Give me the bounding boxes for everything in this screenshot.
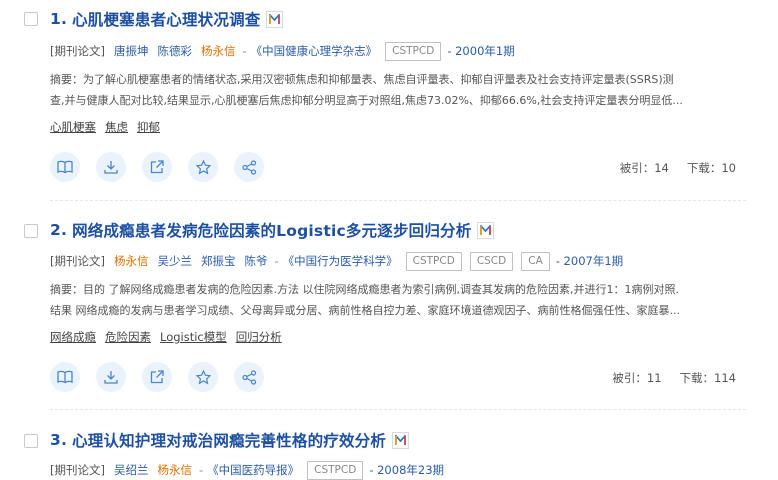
open-icon[interactable] — [142, 152, 172, 182]
cited-count[interactable]: 被引：14 — [620, 161, 669, 175]
cited-count[interactable]: 被引：11 — [612, 371, 661, 385]
result-number: 2. — [50, 221, 68, 239]
index-tag: CSTPCD — [385, 41, 442, 61]
read-icon[interactable] — [50, 362, 80, 392]
index-tag: CSTPCD — [307, 460, 364, 480]
divider — [50, 409, 746, 410]
keyword-link[interactable]: 回归分析 — [236, 329, 282, 345]
keywords: 网络成瘾 危险因素 Logistic模型 回归分析 — [50, 328, 291, 346]
keyword-link[interactable]: 抑郁 — [137, 119, 160, 135]
keyword-link[interactable]: 网络成瘾 — [50, 329, 96, 345]
keyword-link[interactable]: 心肌梗塞 — [50, 119, 96, 135]
journal-link[interactable]: 《中国行为医学科学》 — [283, 253, 398, 269]
divider — [50, 200, 746, 201]
journal-separator: - — [242, 44, 247, 58]
journal-separator: - — [198, 463, 204, 477]
result-stats: 被引：11 下载：114 — [612, 370, 736, 386]
result-title-link[interactable]: 心理认知护理对戒治网瘾完善性格的疗效分析 — [72, 429, 386, 451]
journal-link[interactable]: 《中国健康心理学杂志》 — [251, 43, 378, 59]
abstract-line: 摘要：目的 了解网络成瘾患者发病的危险因素.方法 以住院网络成瘾患者为索引病例,… — [50, 283, 679, 296]
open-icon[interactable] — [142, 362, 172, 392]
paper-type: [期刊论文] — [50, 463, 105, 477]
journal-link[interactable]: 《中国医药导报》 — [207, 462, 299, 478]
select-checkbox[interactable] — [24, 224, 38, 238]
m-badge-icon[interactable] — [477, 221, 495, 239]
result-meta: [期刊论文] 杨永信 吴少兰 郑振宝 陈爷 - 《中国行为医学科学》 CSTPC… — [50, 251, 623, 271]
index-tag: CSCD — [469, 251, 514, 271]
select-checkbox[interactable] — [24, 12, 38, 26]
read-icon[interactable] — [50, 152, 80, 182]
favorite-icon[interactable] — [188, 362, 218, 392]
download-count: 下载：114 — [679, 371, 736, 385]
action-bar — [50, 152, 280, 182]
keyword-link[interactable]: 危险因素 — [105, 329, 151, 345]
share-icon[interactable] — [234, 362, 264, 392]
index-tag: CA — [521, 251, 550, 271]
author-link[interactable]: 杨永信 — [114, 253, 149, 269]
paper-type: [期刊论文] — [50, 254, 105, 268]
result-meta: [期刊论文] 吴绍兰 杨永信 - 《中国医药导报》 CSTPCD - 2008年… — [50, 460, 444, 480]
result-meta: [期刊论文] 唐振坤 陈德彩 杨永信 - 《中国健康心理学杂志》 CSTPCD … — [50, 41, 515, 61]
author-link[interactable]: 郑振宝 — [201, 253, 236, 269]
index-tag: CSTPCD — [405, 251, 462, 271]
action-bar — [50, 362, 280, 392]
result-title-row: 1. 心肌梗塞患者心理状况调查 — [50, 7, 284, 31]
download-icon[interactable] — [96, 362, 126, 392]
abstract-line: 摘要：为了解心肌梗塞患者的情绪状态,采用汉密顿焦虑和抑郁量表、焦虑自评量表、抑郁… — [50, 73, 674, 86]
result-title-row: 3. 心理认知护理对戒治网瘾完善性格的疗效分析 — [50, 428, 410, 452]
keyword-link[interactable]: Logistic模型 — [160, 329, 227, 345]
author-link[interactable]: 杨永信 — [157, 462, 192, 478]
result-number: 3. — [50, 431, 68, 449]
abstract: 摘要：为了解心肌梗塞患者的情绪状态,采用汉密顿焦虑和抑郁量表、焦虑自评量表、抑郁… — [50, 69, 740, 111]
abstract: 摘要：目的 了解网络成瘾患者发病的危险因素.方法 以住院网络成瘾患者为索引病例,… — [50, 279, 740, 321]
m-badge-icon[interactable] — [392, 431, 410, 449]
result-title-link[interactable]: 心肌梗塞患者心理状况调查 — [72, 8, 260, 30]
author-link[interactable]: 陈德彩 — [157, 43, 192, 59]
keywords: 心肌梗塞 焦虑 抑郁 — [50, 118, 169, 136]
m-badge-icon[interactable] — [266, 10, 284, 28]
issue-date[interactable]: - 2007年1期 — [556, 253, 623, 269]
issue-date[interactable]: - 2008年23期 — [369, 462, 444, 478]
result-stats: 被引：14 下载：10 — [620, 160, 736, 176]
select-checkbox[interactable] — [24, 434, 38, 448]
author-link[interactable]: 吴少兰 — [157, 253, 192, 269]
result-title-row: 2. 网络成瘾患者发病危险因素的Logistic多元逐步回归分析 — [50, 218, 495, 242]
keyword-link[interactable]: 焦虑 — [105, 119, 128, 135]
journal-separator: - — [274, 254, 279, 268]
author-link[interactable]: 吴绍兰 — [114, 462, 149, 478]
paper-type: [期刊论文] — [50, 44, 105, 58]
download-icon[interactable] — [96, 152, 126, 182]
author-link[interactable]: 唐振坤 — [114, 43, 149, 59]
share-icon[interactable] — [234, 152, 264, 182]
issue-date[interactable]: - 2000年1期 — [447, 43, 514, 59]
abstract-line: 查,并与健康人配对比较,结果显示,心肌梗塞后焦虑抑郁分明显高于对照组,焦虑73.… — [50, 94, 683, 107]
abstract-line: 结果 网络成瘾的发病与患者学习成绩、父母离异或分居、病前性格自控力差、家庭环境道… — [50, 304, 680, 317]
result-title-link[interactable]: 网络成瘾患者发病危险因素的Logistic多元逐步回归分析 — [72, 219, 471, 241]
result-number: 1. — [50, 10, 68, 28]
author-link[interactable]: 杨永信 — [201, 43, 236, 59]
favorite-icon[interactable] — [188, 152, 218, 182]
download-count: 下载：10 — [686, 161, 736, 175]
author-link[interactable]: 陈爷 — [244, 253, 267, 269]
